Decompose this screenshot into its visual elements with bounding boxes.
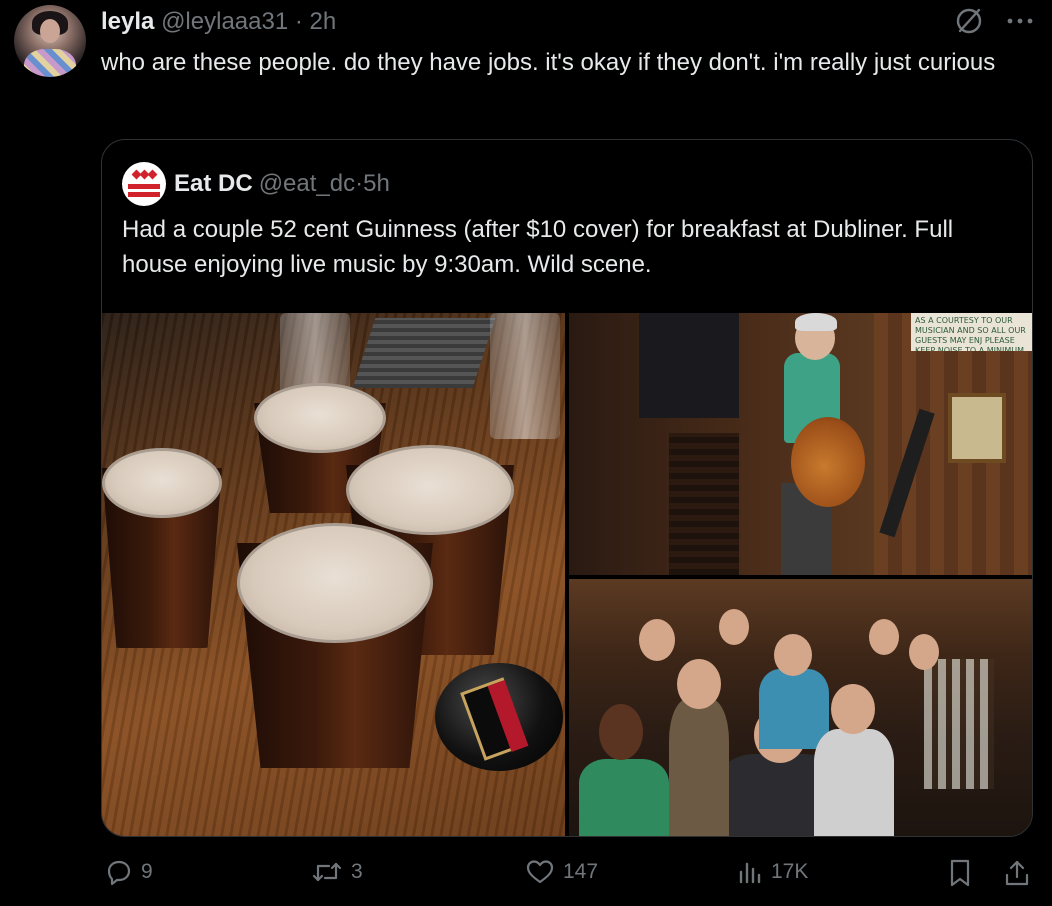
person-jacket — [669, 699, 729, 836]
beer-cup — [102, 448, 222, 648]
views-icon — [737, 858, 763, 886]
louvered-door — [669, 433, 739, 575]
grok-icon[interactable] — [954, 6, 984, 36]
reply-button[interactable]: 9 — [105, 858, 153, 886]
hanging-jacket — [639, 313, 739, 418]
bookmark-button[interactable] — [947, 858, 973, 888]
bookmark-icon — [947, 858, 973, 888]
photo-guinness-cups[interactable] — [102, 313, 565, 836]
tip-glass — [490, 313, 560, 439]
person-head — [869, 619, 899, 655]
person-head — [677, 659, 721, 709]
repost-count: 3 — [351, 860, 363, 883]
separator-dot: · — [355, 170, 364, 197]
avatar-shirt — [24, 49, 76, 77]
flag-stripe — [128, 192, 160, 197]
musician-hair — [795, 313, 837, 331]
share-button[interactable] — [1003, 858, 1031, 888]
quoted-author-handle[interactable]: @eat_dc — [259, 170, 355, 198]
more-icon[interactable] — [1006, 16, 1034, 26]
author-handle[interactable]: @leylaaa31 — [161, 8, 288, 35]
author-avatar[interactable] — [14, 5, 86, 77]
like-button[interactable]: 147 — [525, 858, 598, 886]
photo-live-musician[interactable]: AS A COURTESY TO OUR MUSICIAN AND SO ALL… — [569, 313, 1032, 575]
repost-button[interactable]: 3 — [311, 858, 363, 886]
tweet-text: who are these people. do they have jobs.… — [101, 49, 996, 76]
separator-dot: · — [294, 8, 303, 35]
quoted-tweet-text: Had a couple 52 cent Guinness (after $10… — [122, 216, 954, 278]
person-head — [719, 609, 749, 645]
beer-cup — [237, 523, 433, 768]
author-name[interactable]: leyla — [101, 8, 154, 35]
heart-icon — [525, 858, 555, 886]
views-button[interactable]: 17K — [737, 858, 808, 886]
tweet-action-bar: 9 3 147 17K — [101, 858, 1040, 898]
person-head — [639, 619, 675, 661]
repost-icon — [311, 858, 343, 886]
reply-count: 9 — [141, 860, 153, 883]
reply-icon — [105, 858, 133, 886]
person-blue-shirt — [759, 669, 829, 749]
person-head — [909, 634, 939, 670]
tweet-header: leyla @leylaaa31 · 2h — [101, 6, 336, 38]
person-light-shirt — [814, 729, 894, 836]
person-head — [831, 684, 875, 734]
quoted-author-name[interactable]: Eat DC — [174, 170, 253, 198]
photo-grid: AS A COURTESY TO OUR MUSICIAN AND SO ALL… — [102, 313, 1032, 836]
flag-star — [147, 169, 158, 180]
tweet-timestamp[interactable]: 2h — [310, 8, 337, 35]
st-patricks-day-badge — [435, 663, 563, 771]
person-head — [599, 704, 643, 760]
quoted-tweet-header: Eat DC @eat_dc · 5h — [122, 162, 390, 206]
quoted-author-avatar[interactable] — [122, 162, 166, 206]
tweet-top-icons — [954, 6, 1034, 36]
like-count: 147 — [563, 860, 599, 883]
photo-pub-crowd[interactable] — [569, 579, 1032, 836]
tweet: leyla @leylaaa31 · 2h who are these peop… — [0, 0, 1052, 906]
person-green-shirt — [579, 759, 669, 836]
flag-stripe — [128, 184, 160, 189]
acoustic-guitar — [791, 417, 865, 507]
quoted-tweet[interactable]: Eat DC @eat_dc · 5h Had a couple 52 cent… — [101, 139, 1033, 837]
quoted-timestamp: 5h — [363, 170, 390, 197]
courtesy-sign: AS A COURTESY TO OUR MUSICIAN AND SO ALL… — [911, 313, 1032, 351]
share-icon — [1003, 858, 1031, 888]
avatar-face — [40, 19, 60, 43]
framed-picture — [948, 393, 1006, 463]
pint-glasses-on-bar — [924, 659, 994, 789]
drip-tray — [352, 318, 496, 388]
person-head — [774, 634, 812, 676]
views-count: 17K — [771, 860, 809, 883]
